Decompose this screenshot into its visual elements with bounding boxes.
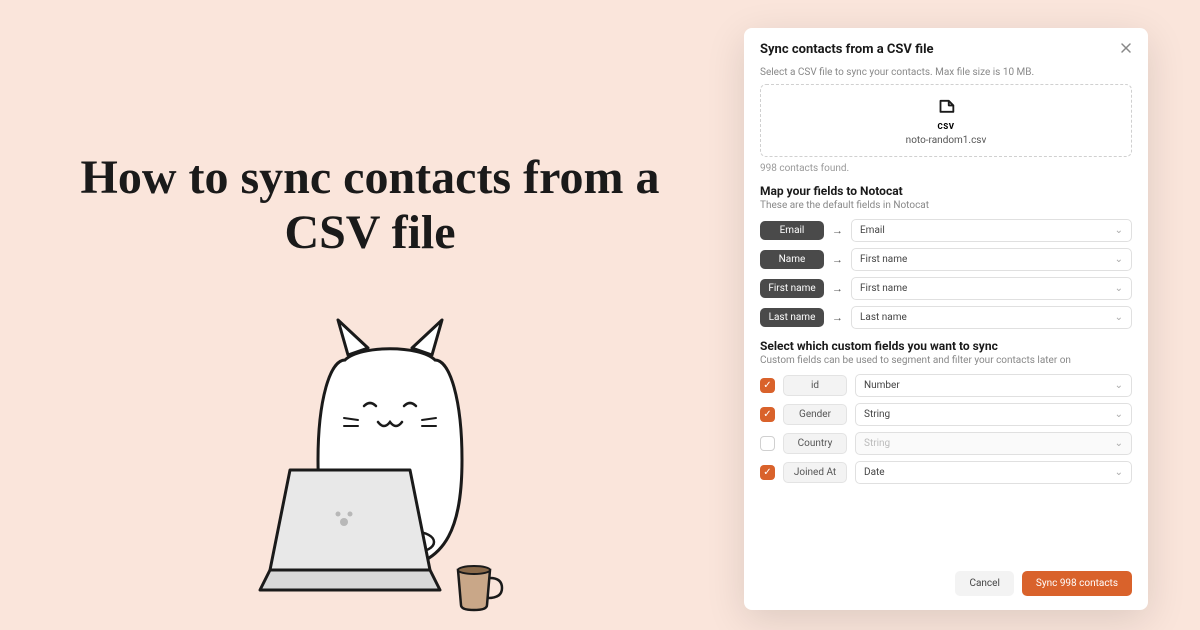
arrow-icon: → — [832, 253, 843, 266]
file-dropzone[interactable]: CSV noto-random1.csv — [760, 84, 1132, 157]
map-fields-subtitle: These are the default fields in Notocat — [760, 200, 1132, 211]
source-field-pill: Last name — [760, 308, 824, 327]
custom-row: ✓ id Number ⌄ — [760, 374, 1132, 397]
map-row: Name → First name ⌄ — [760, 248, 1132, 271]
target-field-select[interactable]: First name ⌄ — [851, 248, 1132, 271]
arrow-icon: → — [832, 311, 843, 324]
modal-title: Sync contacts from a CSV file — [760, 42, 934, 57]
field-checkbox[interactable] — [760, 436, 775, 451]
custom-row: ✓ Gender String ⌄ — [760, 403, 1132, 426]
source-field-pill: First name — [760, 279, 824, 298]
map-row: Email → Email ⌄ — [760, 219, 1132, 242]
check-icon: ✓ — [763, 467, 771, 478]
chevron-down-icon: ⌄ — [1115, 225, 1123, 236]
chevron-down-icon: ⌄ — [1115, 254, 1123, 265]
custom-row: Country String ⌄ — [760, 432, 1132, 455]
close-icon[interactable] — [1120, 42, 1132, 54]
page-title: How to sync contacts from a CSV file — [60, 150, 680, 260]
type-select[interactable]: Number ⌄ — [855, 374, 1132, 397]
modal-footer: Cancel Sync 998 contacts — [760, 561, 1132, 596]
chevron-down-icon: ⌄ — [1115, 467, 1123, 478]
chevron-down-icon: ⌄ — [1115, 312, 1123, 323]
source-field-pill: Name — [760, 250, 824, 269]
csv-badge: CSV — [938, 122, 955, 131]
file-icon — [935, 99, 957, 121]
field-checkbox[interactable]: ✓ — [760, 378, 775, 393]
source-field-pill: Email — [760, 221, 824, 240]
target-field-select[interactable]: First name ⌄ — [851, 277, 1132, 300]
sync-csv-modal: Sync contacts from a CSV file Select a C… — [744, 28, 1148, 610]
custom-field-pill: id — [783, 375, 847, 396]
contacts-found-text: 998 contacts found. — [760, 163, 1132, 174]
selected-filename: noto-random1.csv — [906, 135, 987, 146]
custom-field-pill: Gender — [783, 404, 847, 425]
type-select[interactable]: String ⌄ — [855, 403, 1132, 426]
map-fields-title: Map your fields to Notocat — [760, 184, 1132, 198]
chevron-down-icon: ⌄ — [1115, 283, 1123, 294]
custom-fields-title: Select which custom fields you want to s… — [760, 339, 1132, 353]
chevron-down-icon: ⌄ — [1115, 380, 1123, 391]
check-icon: ✓ — [763, 409, 771, 420]
chevron-down-icon: ⌄ — [1115, 409, 1123, 420]
arrow-icon: → — [832, 282, 843, 295]
sync-button[interactable]: Sync 998 contacts — [1022, 571, 1132, 596]
custom-fields-subtitle: Custom fields can be used to segment and… — [760, 355, 1132, 366]
map-row: Last name → Last name ⌄ — [760, 306, 1132, 329]
custom-field-pill: Joined At — [783, 462, 847, 483]
arrow-icon: → — [832, 224, 843, 237]
custom-rows: ✓ id Number ⌄ ✓ Gender String ⌄ Country … — [760, 374, 1132, 484]
help-text: Select a CSV file to sync your contacts.… — [760, 67, 1132, 78]
map-rows: Email → Email ⌄ Name → First name ⌄ Firs… — [760, 219, 1132, 329]
cat-laptop-illustration — [240, 310, 540, 620]
cancel-button[interactable]: Cancel — [955, 571, 1013, 596]
type-select[interactable]: String ⌄ — [855, 432, 1132, 455]
field-checkbox[interactable]: ✓ — [760, 465, 775, 480]
type-select[interactable]: Date ⌄ — [855, 461, 1132, 484]
target-field-select[interactable]: Email ⌄ — [851, 219, 1132, 242]
custom-row: ✓ Joined At Date ⌄ — [760, 461, 1132, 484]
chevron-down-icon: ⌄ — [1115, 438, 1123, 449]
check-icon: ✓ — [763, 380, 771, 391]
field-checkbox[interactable]: ✓ — [760, 407, 775, 422]
map-row: First name → First name ⌄ — [760, 277, 1132, 300]
target-field-select[interactable]: Last name ⌄ — [851, 306, 1132, 329]
custom-field-pill: Country — [783, 433, 847, 454]
